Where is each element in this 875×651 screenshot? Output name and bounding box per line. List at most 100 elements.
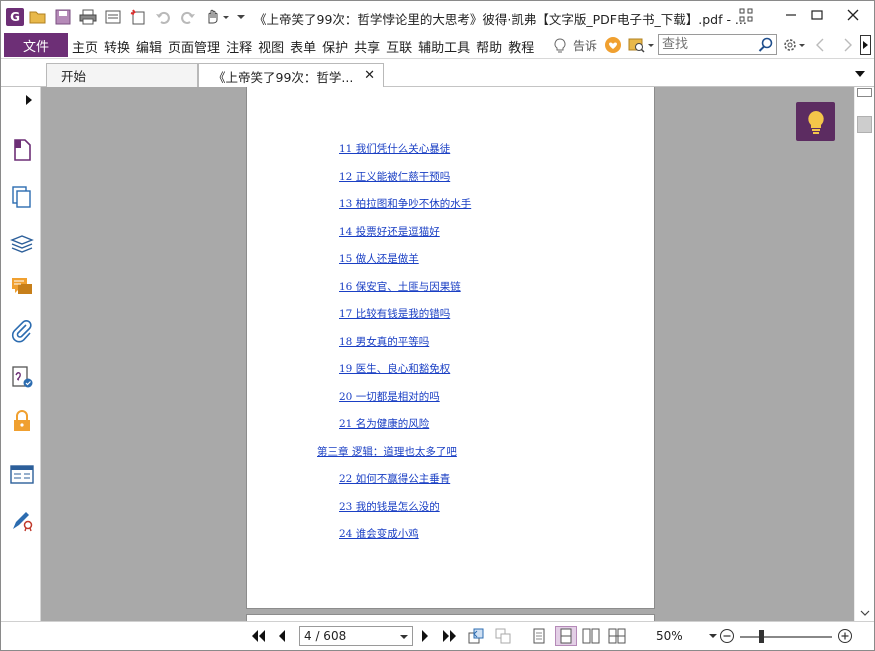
- tab-document-label: 《上帝笑了99次：哲学...: [213, 69, 354, 85]
- menu-item-help[interactable]: 帮助: [476, 37, 502, 56]
- layers-icon[interactable]: [10, 231, 34, 255]
- security-lock-icon[interactable]: [10, 409, 34, 433]
- hand-tool-icon[interactable]: [202, 6, 232, 28]
- toc-link[interactable]: 14 投票好还是逗猫好: [339, 224, 440, 239]
- quick-access-dropdown-icon[interactable]: [235, 6, 247, 28]
- single-page-view-icon[interactable]: [530, 627, 548, 645]
- page-dropdown-icon[interactable]: [399, 629, 409, 643]
- attachments-icon[interactable]: [10, 319, 34, 343]
- zoom-slider-track[interactable]: [740, 636, 832, 638]
- ribbon-next-icon[interactable]: [842, 38, 854, 55]
- properties-icon[interactable]: [102, 6, 124, 28]
- menu-item-connect[interactable]: 互联: [386, 37, 412, 56]
- page-thumbnails-icon[interactable]: [10, 138, 34, 162]
- menu-item-tutorial[interactable]: 教程: [508, 37, 534, 56]
- app-logo-icon[interactable]: G: [6, 7, 24, 26]
- search-box: [658, 34, 777, 55]
- status-bar: 4 / 608 50%: [1, 621, 874, 650]
- toc-link[interactable]: 17 比较有钱是我的错吗: [339, 306, 450, 321]
- last-page-icon[interactable]: [441, 627, 459, 645]
- pages-icon[interactable]: [10, 185, 34, 209]
- first-page-icon[interactable]: [249, 627, 267, 645]
- menu-item-share[interactable]: 共享: [354, 37, 380, 56]
- like-icon[interactable]: [604, 36, 622, 57]
- close-window-button[interactable]: [843, 6, 863, 24]
- tab-list-dropdown-icon[interactable]: [854, 68, 866, 82]
- content-panel-icon[interactable]: [10, 462, 34, 486]
- menu-item-home[interactable]: 主页: [72, 37, 98, 56]
- tips-lightbulb-button[interactable]: [796, 102, 835, 141]
- toc-link[interactable]: 24 谁会变成小鸡: [339, 526, 419, 541]
- pdf-page: 11 我们凭什么关心暴徒 12 正义能被仁慈干预吗 13 柏拉图和争吵不休的水手…: [246, 87, 655, 609]
- toc-link[interactable]: 11 我们凭什么关心暴徒: [339, 141, 450, 156]
- tell-me-label: 告诉: [573, 39, 598, 53]
- redo-icon[interactable]: [177, 6, 199, 28]
- ribbon-expand-icon[interactable]: [860, 35, 871, 55]
- toc-link[interactable]: 18 男女真的平等吗: [339, 334, 429, 349]
- toc-link[interactable]: 20 一切都是相对的吗: [339, 389, 440, 404]
- document-view[interactable]: 11 我们凭什么关心暴徒 12 正义能被仁慈干预吗 13 柏拉图和争吵不休的水手…: [41, 87, 854, 621]
- ribbon-display-icon[interactable]: [736, 6, 756, 24]
- zoom-in-icon[interactable]: [836, 627, 854, 645]
- toc-link[interactable]: 12 正义能被仁慈干预吗: [339, 169, 450, 184]
- tell-me[interactable]: 告诉: [553, 37, 597, 54]
- minimize-button[interactable]: [781, 6, 801, 24]
- menu-item-protect[interactable]: 保护: [322, 37, 348, 56]
- save-icon[interactable]: [52, 6, 74, 28]
- file-menu[interactable]: 文件: [4, 33, 68, 57]
- search-icon[interactable]: [758, 37, 774, 53]
- menu-bar: 文件 主页 转换 编辑 页面管理 注释 视图 表单 保护 共享 互联 辅助工具 …: [1, 32, 874, 59]
- previous-page-icon[interactable]: [273, 627, 291, 645]
- lightbulb-icon: [554, 37, 566, 52]
- toc-link[interactable]: 16 保安官、土匪与因果链: [339, 279, 461, 294]
- continuous-page-view-icon[interactable]: [555, 626, 577, 646]
- next-view-icon[interactable]: [494, 627, 512, 645]
- toc-link[interactable]: 19 医生、良心和豁免权: [339, 361, 450, 376]
- toc-link[interactable]: 23 我的钱是怎么没的: [339, 499, 440, 514]
- scroll-down-icon[interactable]: [858, 609, 872, 621]
- toc-chapter-link[interactable]: 第三章 逻辑：道理也太多了吧: [317, 444, 457, 459]
- scroll-thumb[interactable]: [857, 116, 872, 133]
- menu-item-convert[interactable]: 转换: [104, 37, 130, 56]
- page-number-value: 4 / 608: [304, 629, 347, 643]
- menu-item-page-management[interactable]: 页面管理: [168, 37, 220, 56]
- menu-item-view[interactable]: 视图: [258, 37, 284, 56]
- maximize-button[interactable]: [807, 6, 827, 24]
- continuous-facing-view-icon[interactable]: [608, 627, 626, 645]
- previous-view-icon[interactable]: [467, 627, 485, 645]
- tab-start[interactable]: 开始: [46, 63, 198, 87]
- comments-icon[interactable]: [10, 275, 34, 299]
- facing-page-view-icon[interactable]: [582, 627, 600, 645]
- signatures-icon[interactable]: [10, 365, 34, 389]
- tab-document[interactable]: 《上帝笑了99次：哲学... ✕: [198, 63, 384, 88]
- zoom-out-icon[interactable]: [718, 627, 736, 645]
- toc-link[interactable]: 22 如何不赢得公主垂青: [339, 471, 450, 486]
- page-number-input[interactable]: 4 / 608: [299, 626, 413, 646]
- title-bar: G 《上帝笑了99次：哲学悖论里的大思考》彼得·凯弗【文字版_PDF电子书_下载…: [1, 1, 874, 32]
- new-document-icon[interactable]: [127, 6, 149, 28]
- tab-bar: 开始 《上帝笑了99次：哲学... ✕: [1, 59, 874, 88]
- menu-item-accessibility[interactable]: 辅助工具: [418, 37, 470, 56]
- settings-gear-icon[interactable]: [782, 36, 808, 57]
- menu-item-form[interactable]: 表单: [290, 37, 316, 56]
- find-options-icon[interactable]: [628, 36, 656, 57]
- menu-item-edit[interactable]: 编辑: [136, 37, 162, 56]
- menu-item-comment[interactable]: 注释: [226, 37, 252, 56]
- scroll-up-icon[interactable]: [857, 88, 872, 97]
- panel-expand-icon[interactable]: [25, 94, 33, 109]
- search-input[interactable]: [659, 35, 757, 54]
- tab-close-icon[interactable]: ✕: [364, 68, 375, 83]
- open-folder-icon[interactable]: [27, 6, 49, 28]
- toc-link[interactable]: 15 做人还是做羊: [339, 251, 419, 266]
- toc-link[interactable]: 13 柏拉图和争吵不休的水手: [339, 196, 471, 211]
- toc-link[interactable]: 21 名为健康的风险: [339, 416, 429, 431]
- ribbon-prev-icon[interactable]: [814, 38, 826, 55]
- navigation-panel: [1, 87, 46, 650]
- lightbulb-icon: [807, 110, 824, 134]
- next-page-icon[interactable]: [416, 627, 434, 645]
- undo-icon[interactable]: [152, 6, 174, 28]
- certify-pen-icon[interactable]: [10, 508, 34, 532]
- print-icon[interactable]: [77, 6, 99, 28]
- zoom-slider-thumb[interactable]: [759, 630, 764, 643]
- vertical-scrollbar[interactable]: [854, 87, 874, 621]
